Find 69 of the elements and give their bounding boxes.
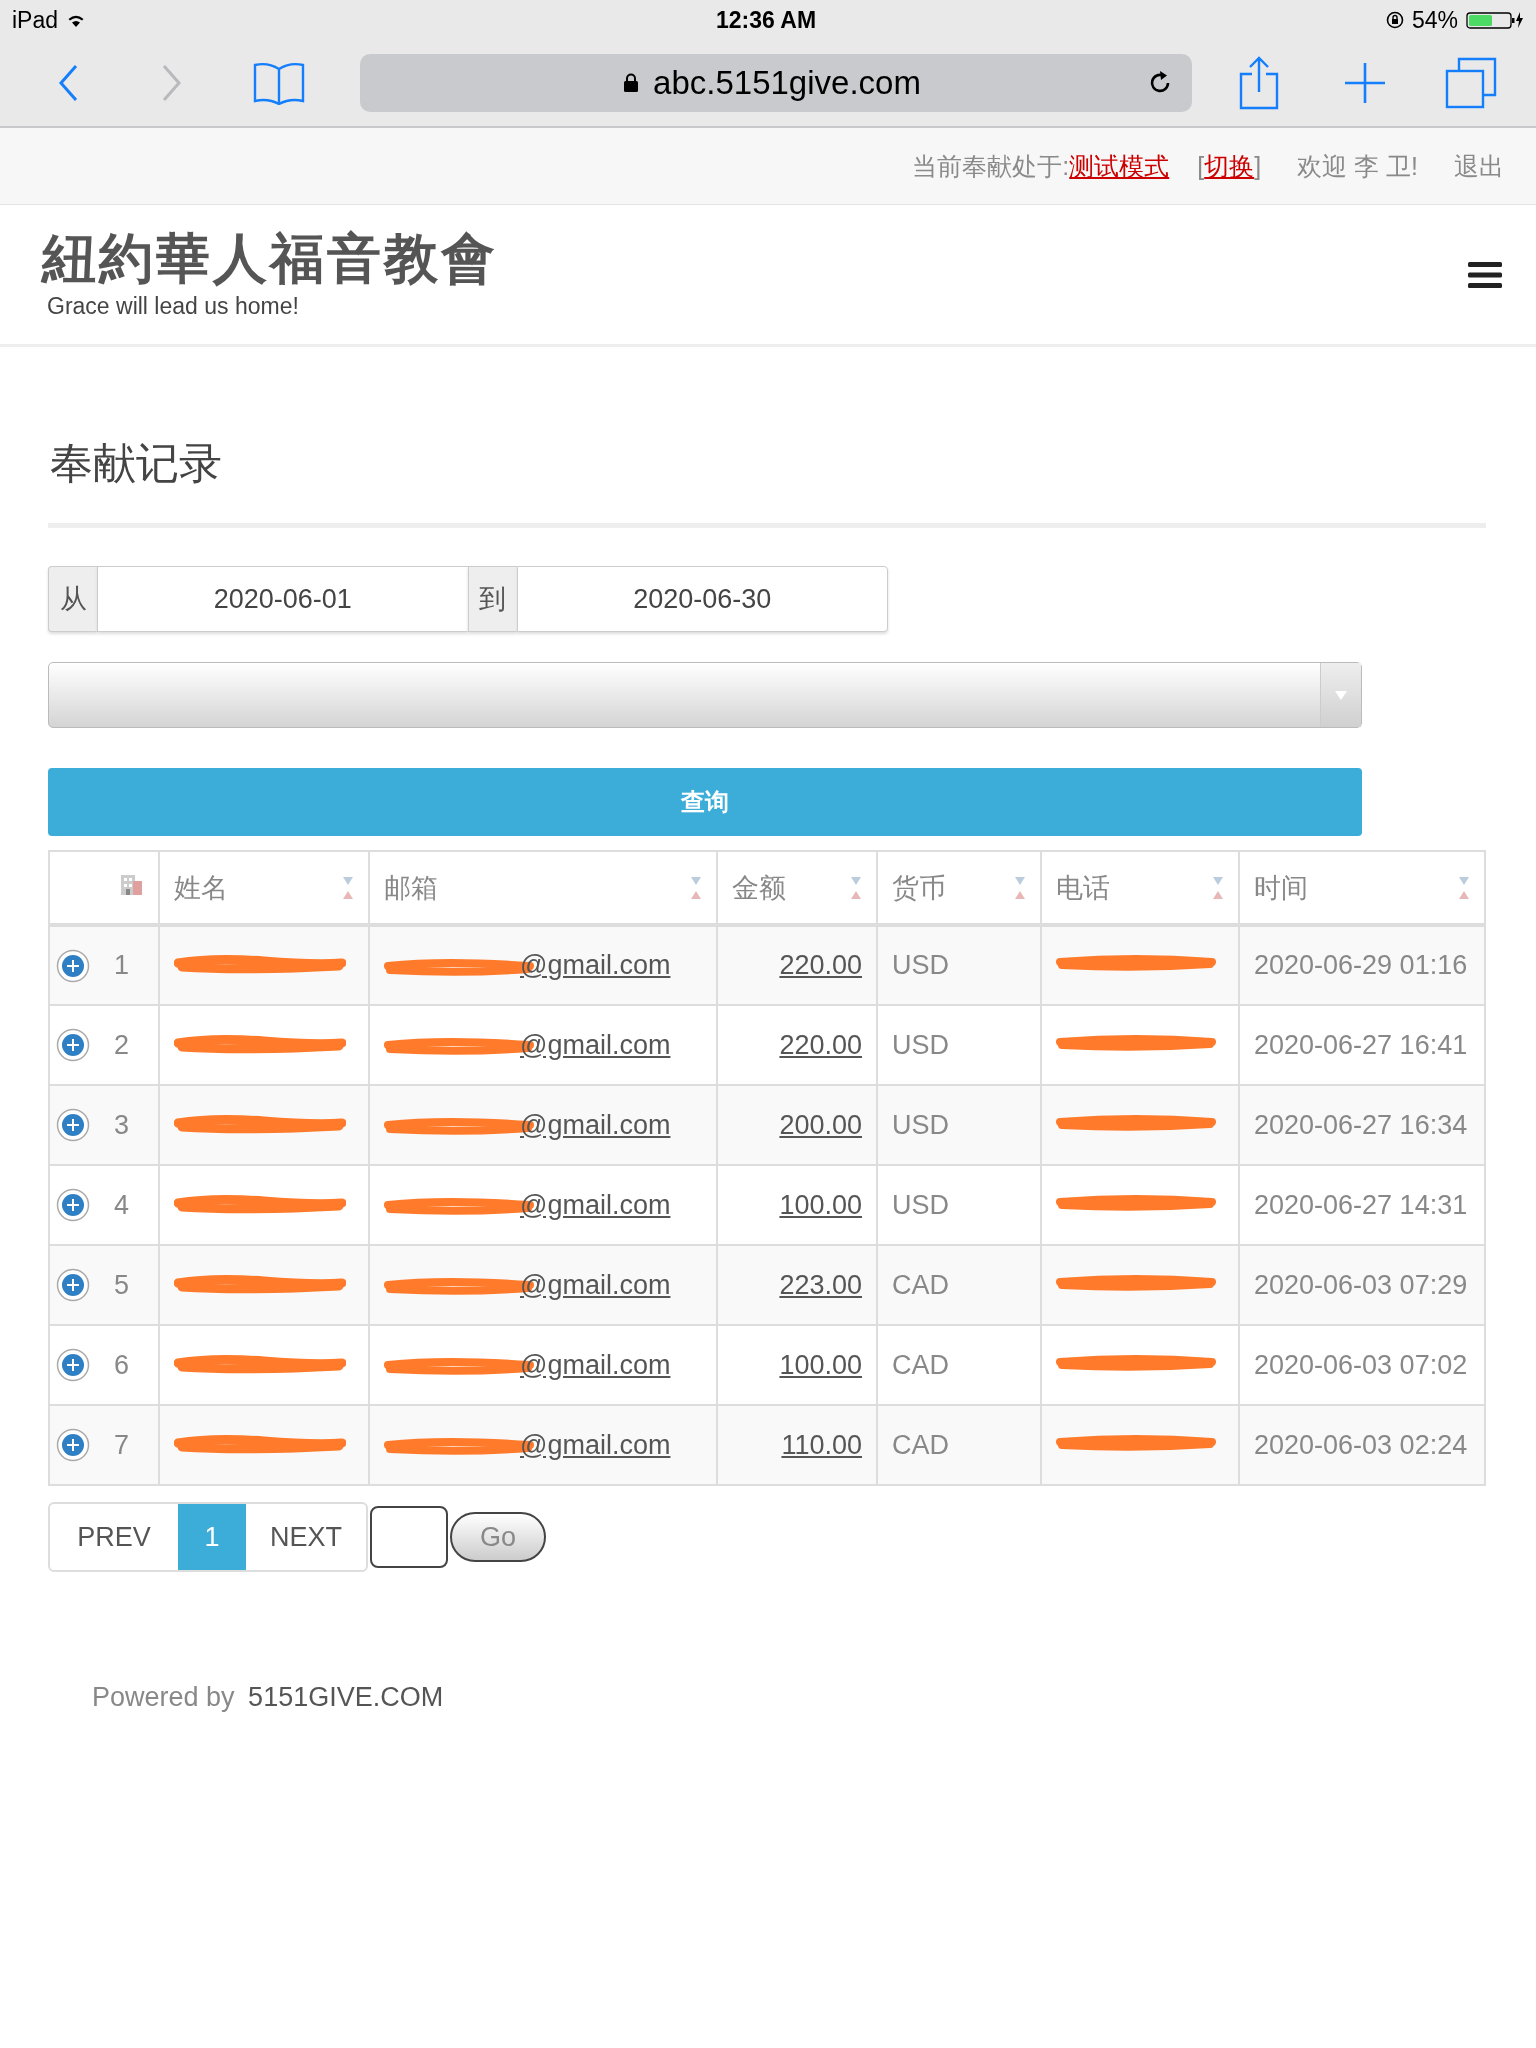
to-date-field[interactable]: 2020-06-30 <box>516 566 888 632</box>
forward-icon[interactable] <box>160 64 182 102</box>
bracket: [ <box>1197 151 1205 181</box>
sort-icon[interactable] <box>342 875 354 900</box>
expand-icon[interactable] <box>56 1348 90 1382</box>
column-header[interactable]: 电话 <box>1056 869 1110 906</box>
amount-link[interactable]: 220.00 <box>779 950 862 980</box>
share-icon[interactable] <box>1238 56 1280 110</box>
row-number: 5 <box>114 1269 130 1301</box>
row-number: 3 <box>114 1109 130 1141</box>
column-header[interactable]: 姓名 <box>174 869 228 906</box>
row-number: 6 <box>114 1349 130 1381</box>
expand-icon[interactable] <box>56 1188 90 1222</box>
brand-link[interactable]: 5151GIVE.COM <box>248 1682 444 1712</box>
device-name: iPad <box>12 6 59 34</box>
back-icon[interactable] <box>58 64 80 102</box>
currency-cell: CAD <box>877 1405 1041 1485</box>
dropdown-arrow-icon <box>1335 690 1347 700</box>
site-tagline: Grace will lead us home! <box>47 292 300 320</box>
battery-percent: 54% <box>1411 6 1458 34</box>
row-number: 1 <box>114 950 130 981</box>
sort-icon[interactable] <box>690 875 702 900</box>
menu-icon[interactable] <box>1468 260 1502 289</box>
row-number: 7 <box>114 1429 130 1461</box>
sort-icon[interactable] <box>1458 875 1470 900</box>
email-link[interactable]: @gmail.com <box>520 1029 671 1061</box>
email-link[interactable]: @gmail.com <box>520 1429 671 1461</box>
welcome-text: 欢迎 李 卫! <box>1297 150 1418 182</box>
sort-icon[interactable] <box>850 875 862 900</box>
lock-icon <box>623 73 640 93</box>
email-link[interactable]: @gmail.com <box>520 1349 671 1381</box>
expand-icon[interactable] <box>56 948 90 983</box>
email-link[interactable]: @gmail.com <box>520 950 671 981</box>
expand-icon[interactable] <box>56 1268 90 1302</box>
dropdown-field[interactable] <box>48 662 1362 728</box>
email-link[interactable]: @gmail.com <box>520 1189 671 1221</box>
column-header[interactable]: 金额 <box>732 869 786 906</box>
column-header[interactable]: 货币 <box>892 869 946 906</box>
bookmarks-icon[interactable] <box>252 61 306 105</box>
time-cell: 2020-06-03 02:24 <box>1239 1405 1485 1485</box>
amount-link[interactable]: 110.00 <box>781 1429 862 1460</box>
mode-link[interactable]: 测试模式 <box>1069 149 1170 183</box>
from-date-field[interactable]: 2020-06-01 <box>97 566 468 632</box>
expand-icon[interactable] <box>56 1428 90 1462</box>
page-title: 奉献记录 <box>50 438 223 489</box>
row-number: 4 <box>114 1189 130 1221</box>
to-label: 到 <box>467 566 517 632</box>
expand-icon[interactable] <box>56 1028 90 1062</box>
bracket: ] <box>1254 151 1262 181</box>
expand-icon[interactable] <box>56 1108 90 1142</box>
sort-icon[interactable] <box>1014 875 1026 900</box>
column-header[interactable]: 时间 <box>1254 869 1308 906</box>
mode-label: 当前奉献处于: <box>912 150 1070 182</box>
row-number: 2 <box>114 1029 130 1061</box>
battery-icon <box>1466 10 1524 30</box>
page-number-field[interactable] <box>370 1506 448 1568</box>
email-link[interactable]: @gmail.com <box>520 1109 671 1141</box>
from-label: 从 <box>48 566 97 632</box>
clock-time: 12:36 AM <box>714 6 818 34</box>
email-link[interactable]: @gmail.com <box>520 1269 671 1301</box>
tabs-icon[interactable] <box>1444 56 1498 110</box>
sort-icon[interactable] <box>1212 875 1224 900</box>
rotation-lock-icon <box>1385 11 1404 29</box>
site-title[interactable]: 紐約華人福音教會 <box>42 229 498 289</box>
add-icon[interactable] <box>1342 60 1388 106</box>
switch-link[interactable]: 切换 <box>1204 149 1255 183</box>
address-bar[interactable]: abc.5151give.com <box>360 54 1192 112</box>
column-header[interactable]: 邮箱 <box>384 869 438 906</box>
powered-by-text: Powered by <box>92 1682 235 1712</box>
